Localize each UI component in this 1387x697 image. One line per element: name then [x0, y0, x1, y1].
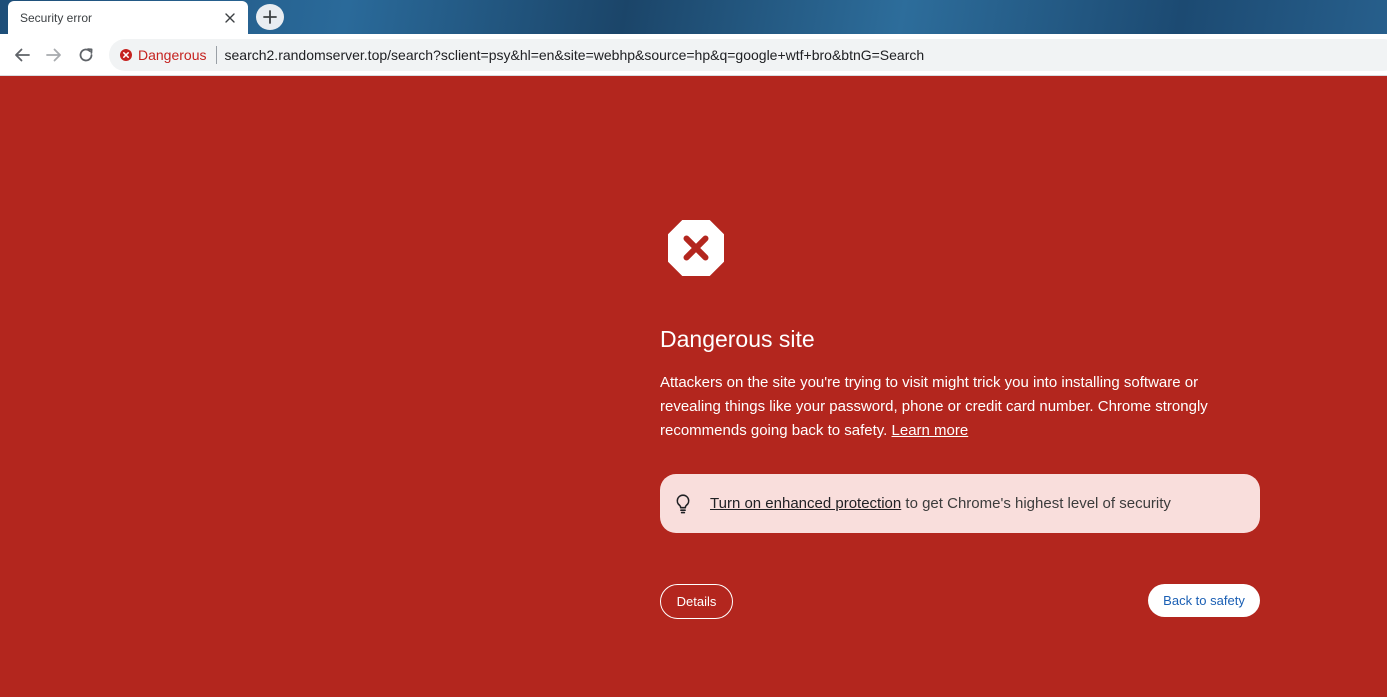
stop-sign-x-icon [668, 220, 724, 276]
reload-button[interactable] [74, 43, 98, 67]
arrow-left-icon [15, 48, 30, 62]
forward-button[interactable] [42, 43, 66, 67]
danger-circle-icon [120, 49, 132, 61]
browser-toolbar: Dangerous search2.randomserver.top/searc… [0, 34, 1387, 76]
new-tab-button[interactable] [256, 4, 284, 30]
back-button[interactable] [10, 43, 34, 67]
close-icon[interactable] [222, 10, 238, 26]
enhanced-protection-promo: Turn on enhanced protection to get Chrom… [660, 474, 1260, 533]
omnibox-divider [215, 46, 217, 64]
back-to-safety-button[interactable]: Back to safety [1148, 584, 1260, 617]
address-bar[interactable]: Dangerous search2.randomserver.top/searc… [109, 39, 1387, 71]
reload-icon [79, 48, 93, 62]
promo-text: to get Chrome's highest level of securit… [901, 495, 1171, 512]
browser-title-bar: Security error [0, 0, 1387, 34]
enhanced-protection-link[interactable]: Turn on enhanced protection [710, 495, 901, 512]
warning-description: Attackers on the site you're trying to v… [660, 371, 1220, 443]
learn-more-link[interactable]: Learn more [892, 422, 969, 439]
lightbulb-icon [676, 493, 694, 515]
url-text[interactable]: search2.randomserver.top/search?sclient=… [225, 47, 925, 63]
arrow-right-icon [46, 48, 61, 62]
page-title: Dangerous site [660, 326, 815, 352]
security-label: Dangerous [138, 47, 207, 63]
browser-tab[interactable]: Security error [8, 1, 248, 34]
tab-title: Security error [20, 10, 93, 25]
site-security-chip[interactable]: Dangerous [120, 45, 207, 65]
plus-icon [263, 10, 277, 24]
details-button[interactable]: Details [660, 584, 733, 619]
